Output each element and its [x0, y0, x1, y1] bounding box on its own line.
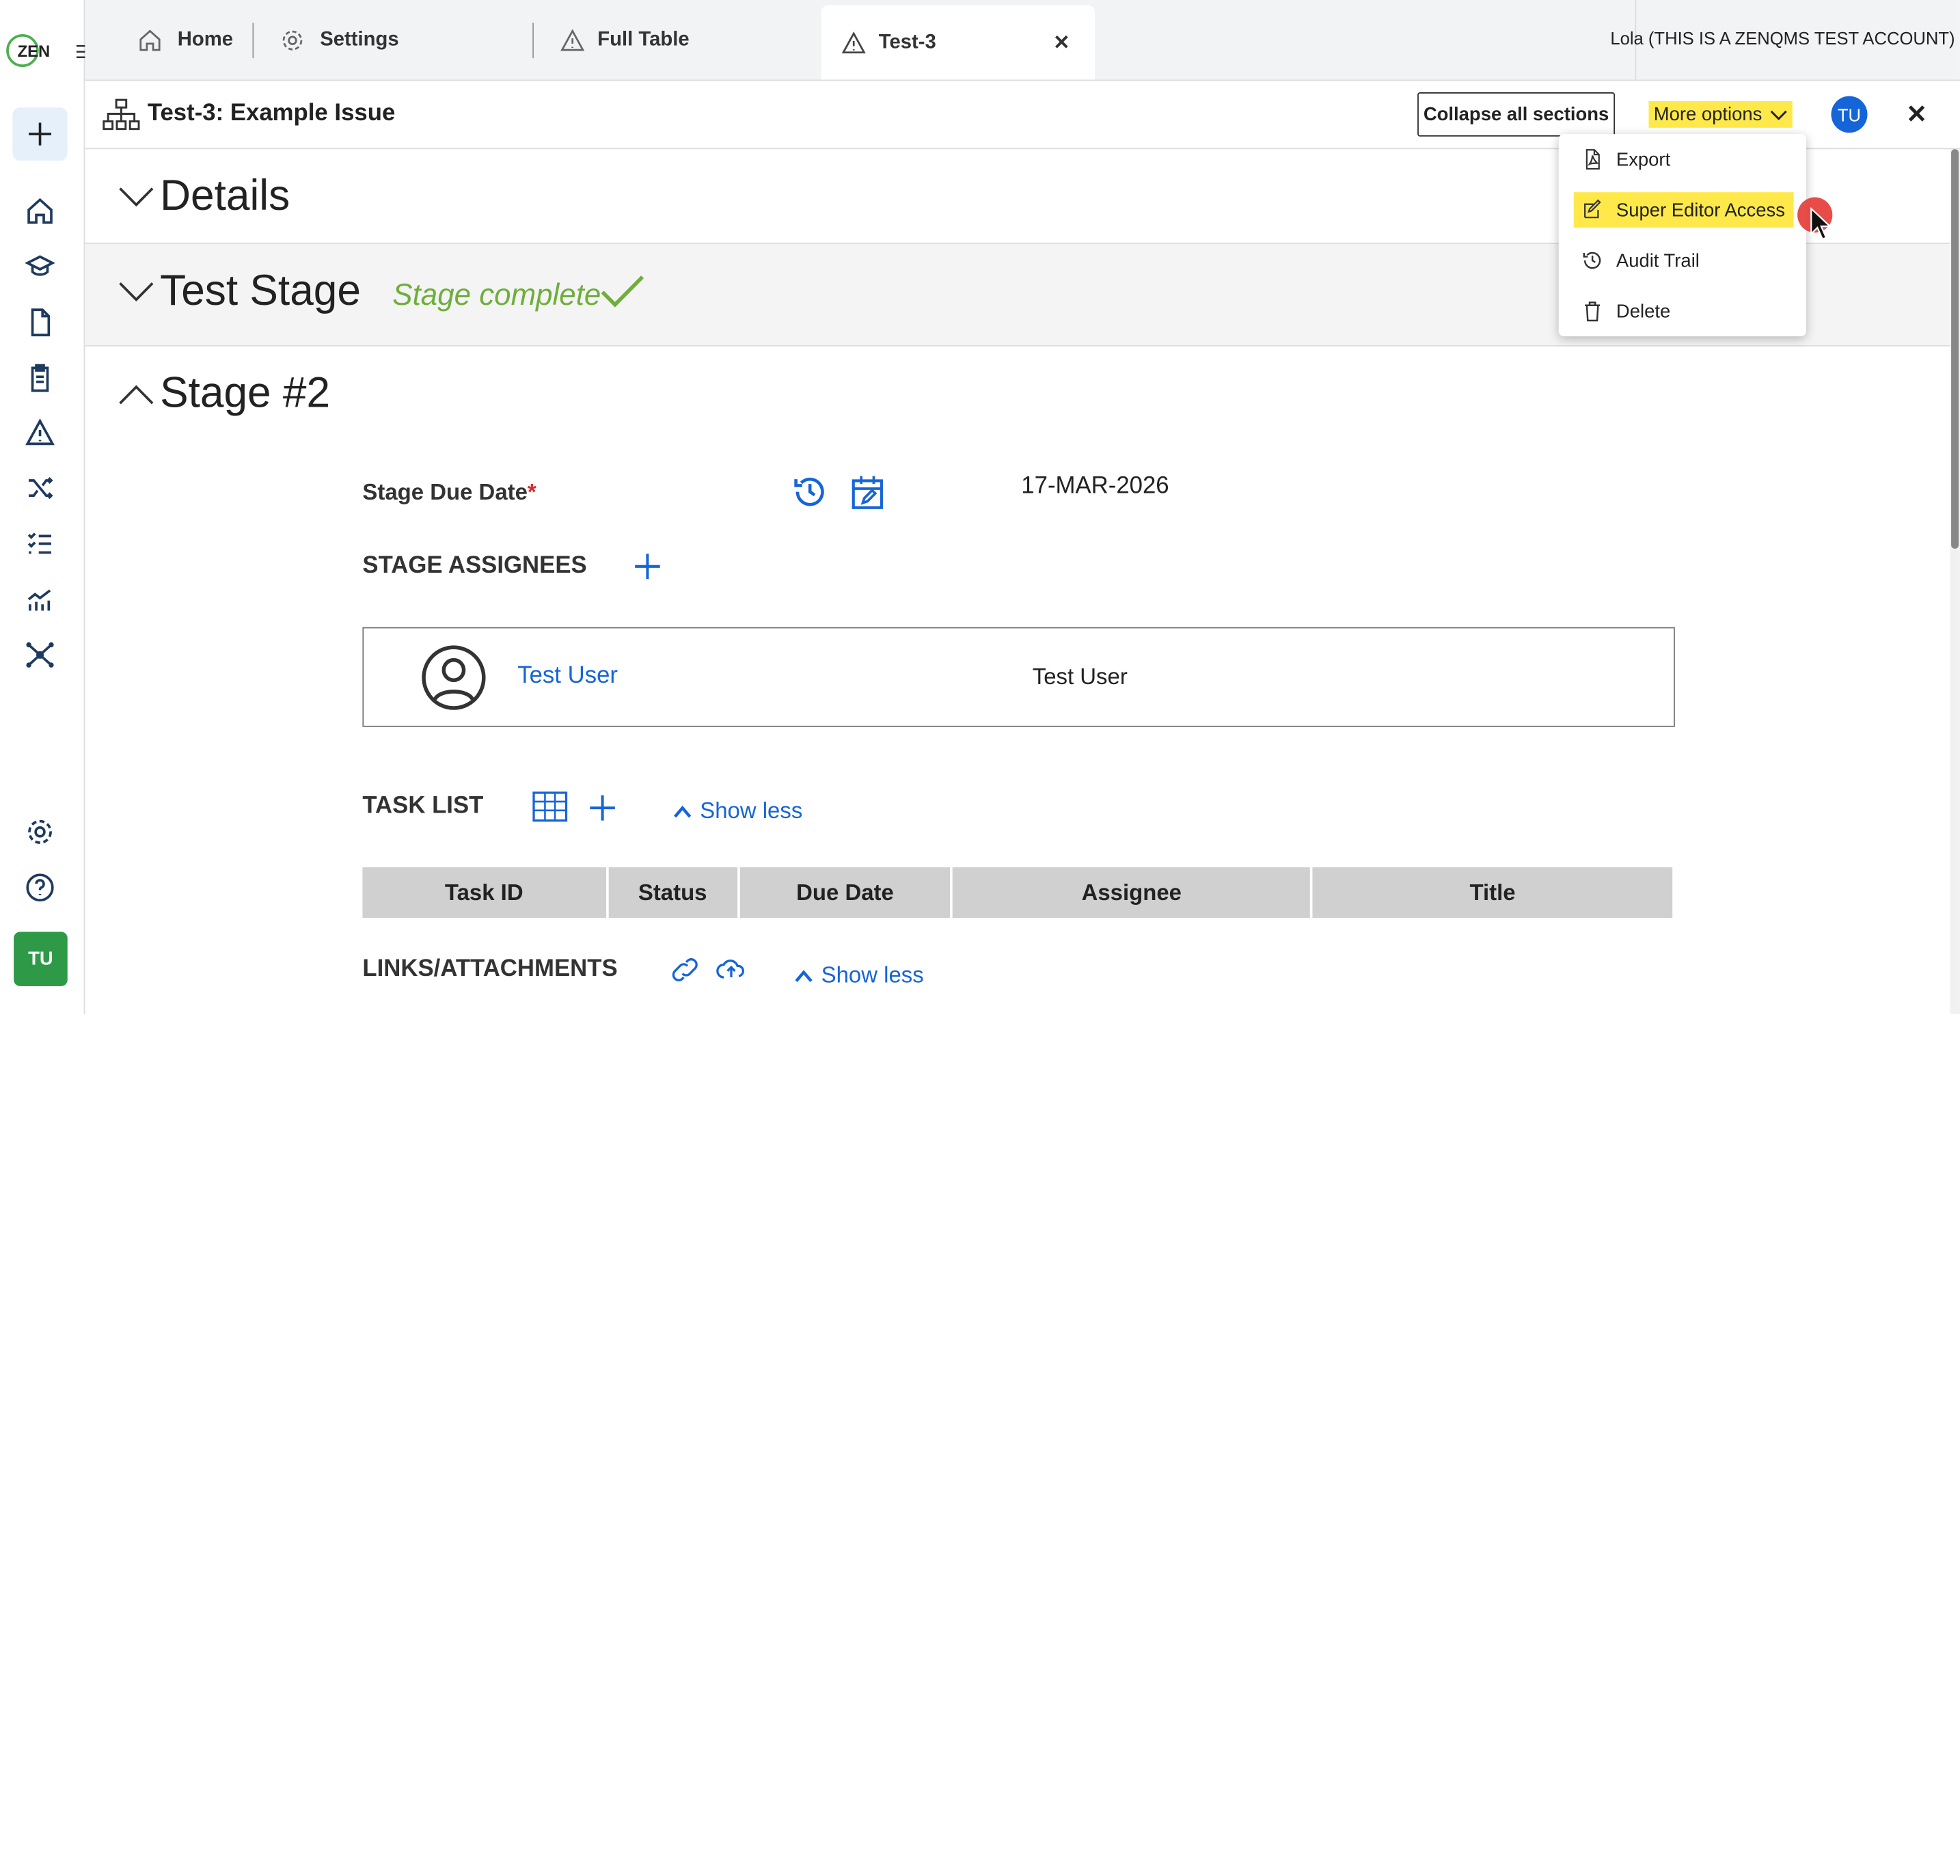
- column-header[interactable]: Task ID: [362, 867, 608, 919]
- new-item-button[interactable]: [12, 107, 68, 161]
- scrollbar-thumb[interactable]: [1951, 149, 1959, 549]
- gear-icon[interactable]: [25, 817, 55, 847]
- tab-label: Home: [177, 28, 234, 51]
- more-options-label: More options: [1653, 103, 1762, 126]
- add-task-icon[interactable]: [588, 793, 618, 823]
- due-label-text: Stage Due Date: [362, 479, 528, 505]
- tab-label: Test-3: [878, 31, 936, 53]
- show-less-label: Show less: [821, 962, 924, 988]
- help-icon[interactable]: [25, 873, 55, 903]
- tab-full-table[interactable]: Full Table: [560, 0, 690, 80]
- chevron-up-icon[interactable]: [118, 382, 155, 407]
- assignee-name: Test User: [1032, 664, 1128, 690]
- account-label[interactable]: Lola (THIS IS A ZENQMS TEST ACCOUNT): [1610, 28, 1955, 49]
- add-assignee-icon[interactable]: [632, 552, 662, 582]
- hierarchy-icon: [103, 98, 140, 131]
- collapse-all-button[interactable]: Collapse all sections: [1417, 92, 1616, 137]
- stage-due-date-label: Stage Due Date*: [362, 479, 536, 506]
- document-icon[interactable]: [25, 308, 55, 338]
- chevron-up-icon: [795, 969, 813, 982]
- user-avatar[interactable]: TU: [14, 932, 68, 986]
- required-mark: *: [527, 479, 536, 505]
- tab-test-3[interactable]: Test-3 ✕: [821, 5, 1095, 80]
- history-icon[interactable]: [791, 473, 829, 511]
- upload-cloud-icon[interactable]: [716, 956, 746, 981]
- links-attachments-label: LINKS/ATTACHMENTS: [362, 955, 618, 983]
- chevron-down-icon[interactable]: [118, 185, 155, 210]
- stage-complete-label: Stage complete: [392, 278, 601, 312]
- tab-bar: Home Settings Full Table Test-3 ✕ Lola (…: [85, 0, 1960, 81]
- network-icon[interactable]: [25, 640, 55, 670]
- home-icon[interactable]: [25, 196, 55, 226]
- chevron-down-icon: [1770, 109, 1787, 120]
- menu-item-label: Super Editor Access: [1616, 199, 1785, 221]
- gear-icon: [282, 29, 303, 50]
- zen-logo[interactable]: ZEN: [5, 33, 55, 68]
- menu-item-audit-trail[interactable]: Audit Trail: [1574, 243, 1794, 278]
- chevron-up-icon: [673, 804, 692, 817]
- more-options-button[interactable]: More options: [1648, 101, 1793, 128]
- column-header[interactable]: Assignee: [953, 867, 1313, 919]
- show-less-label: Show less: [700, 798, 803, 824]
- close-tab-icon[interactable]: ✕: [1053, 29, 1070, 55]
- page-title: Test-3: Example Issue: [147, 100, 396, 126]
- section-title[interactable]: Test Stage: [160, 267, 361, 316]
- due-date-value: 17-MAR-2026: [1021, 472, 1169, 500]
- chart-icon[interactable]: [25, 584, 55, 614]
- checklist-icon[interactable]: [25, 528, 55, 558]
- menu-item-export[interactable]: Export: [1574, 141, 1794, 177]
- task-list-label: TASK LIST: [362, 792, 484, 819]
- tab-home[interactable]: Home: [137, 0, 233, 80]
- edit-icon: [1584, 199, 1601, 219]
- menu-item-super-editor-access[interactable]: Super Editor Access: [1573, 192, 1794, 228]
- menu-item-label: Export: [1616, 148, 1671, 170]
- tab-label: Settings: [320, 28, 399, 51]
- logo-text: ZEN: [18, 42, 51, 61]
- close-icon[interactable]: ✕: [1906, 98, 1927, 130]
- chevron-down-icon[interactable]: [118, 280, 155, 305]
- assignee-link[interactable]: Test User: [517, 662, 618, 690]
- home-icon: [139, 29, 161, 51]
- menu-item-delete[interactable]: Delete: [1574, 293, 1794, 329]
- calendar-edit-icon[interactable]: [849, 473, 886, 511]
- clipboard-icon[interactable]: [25, 363, 55, 393]
- section-title[interactable]: Stage #2: [160, 369, 330, 418]
- column-header[interactable]: Due Date: [739, 867, 953, 919]
- menu-item-label: Delete: [1616, 300, 1671, 322]
- shuffle-icon[interactable]: [25, 473, 55, 503]
- task-show-less-button[interactable]: Show less: [672, 798, 802, 824]
- user-circle-icon: [422, 645, 486, 710]
- graduation-cap-icon[interactable]: [25, 252, 55, 282]
- checkmark-icon: [601, 275, 644, 308]
- plus-icon: [29, 122, 51, 146]
- header-avatar[interactable]: TU: [1831, 96, 1868, 133]
- stage-assignees-label: STAGE ASSIGNEES: [362, 552, 587, 580]
- warning-icon: [841, 31, 866, 53]
- trash-icon: [1585, 301, 1601, 322]
- links-show-less-button[interactable]: Show less: [793, 962, 924, 989]
- table-icon[interactable]: [532, 791, 568, 822]
- assignee-row: Test User Test User: [362, 627, 1675, 727]
- column-header[interactable]: Title: [1313, 867, 1672, 918]
- tab-divider: [532, 23, 534, 59]
- column-header[interactable]: Status: [608, 867, 740, 919]
- warning-icon: [560, 28, 585, 51]
- menu-item-label: Audit Trail: [1616, 249, 1700, 271]
- task-table-header: Task ID Status Due Date Assignee Title: [362, 867, 1673, 919]
- section-title[interactable]: Details: [160, 172, 290, 221]
- tab-settings[interactable]: Settings: [280, 0, 399, 80]
- tab-divider: [252, 23, 254, 59]
- sidebar: ZEN ☰ TU: [0, 0, 91, 1014]
- link-icon[interactable]: [670, 957, 700, 982]
- cursor-icon: [1810, 207, 1832, 241]
- warning-icon[interactable]: [25, 418, 55, 448]
- history-icon: [1583, 252, 1601, 269]
- more-options-menu: Export Super Editor Access Audit Trail D…: [1558, 134, 1806, 337]
- tab-label: Full Table: [597, 28, 690, 51]
- pdf-icon: [1585, 149, 1600, 170]
